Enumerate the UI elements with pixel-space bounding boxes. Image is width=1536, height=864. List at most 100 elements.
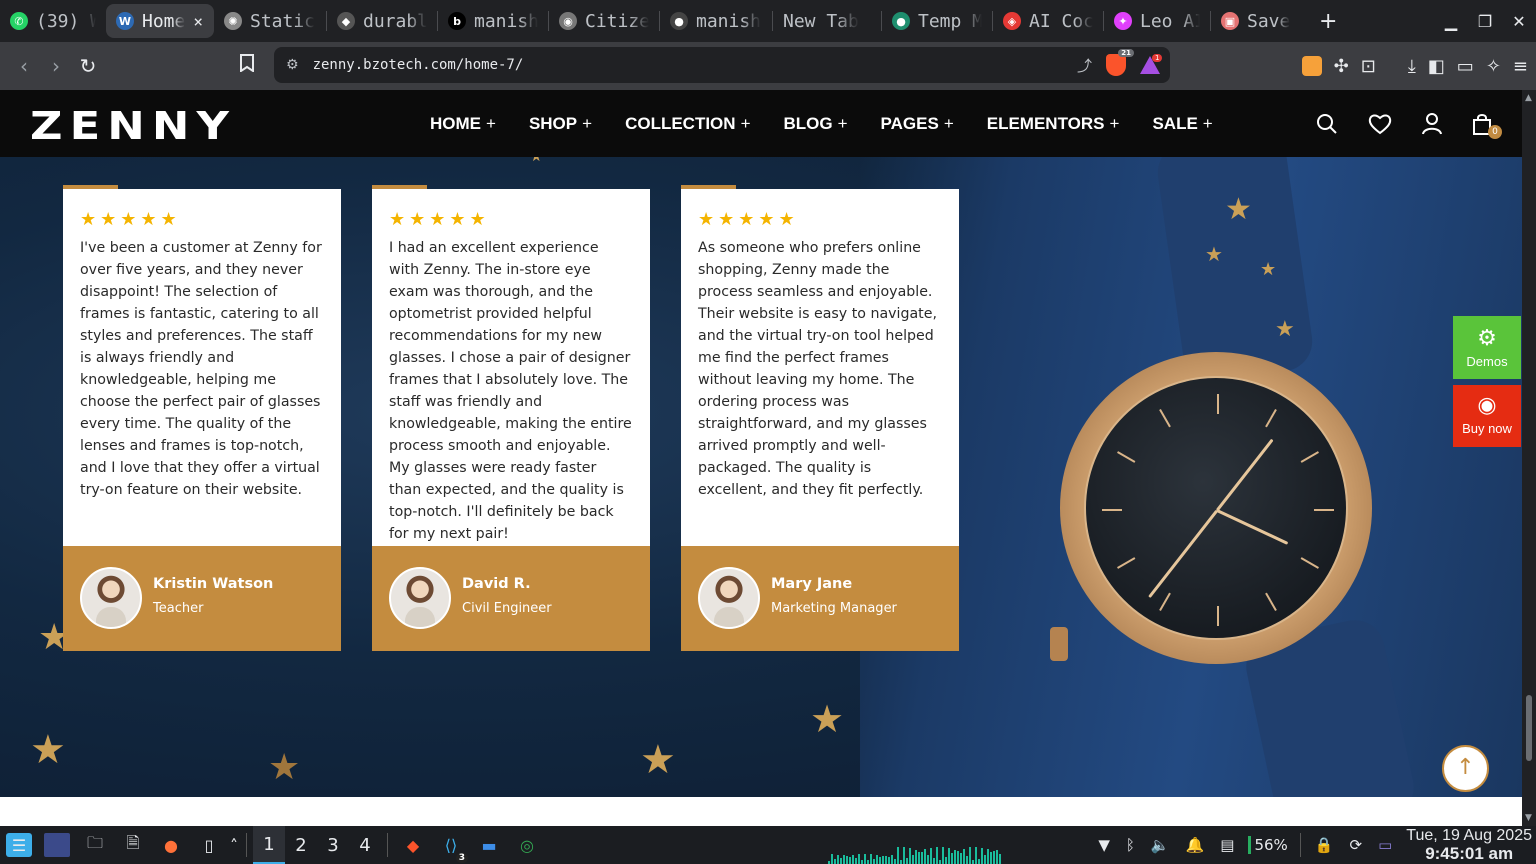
clock[interactable]: Tue, 19 Aug 2025 9:45:01 am bbox=[1406, 827, 1532, 863]
download-icon[interactable]: ⤓ bbox=[1408, 56, 1416, 77]
document-icon[interactable]: 🗎 bbox=[120, 833, 146, 857]
leo-icon[interactable]: ✧ bbox=[1486, 56, 1501, 77]
close-window-icon[interactable]: ✕ bbox=[1502, 12, 1536, 31]
clipboard-icon[interactable]: ▤ bbox=[1220, 836, 1234, 854]
nav-item-elementors[interactable]: ELEMENTORS + bbox=[987, 114, 1120, 134]
app-launcher-icon[interactable]: ☰ bbox=[6, 833, 32, 857]
share-icon[interactable]: ⤴ bbox=[1077, 55, 1092, 76]
extension-icon[interactable] bbox=[1301, 56, 1322, 76]
site-info-icon[interactable]: ⚙ bbox=[286, 57, 299, 73]
bookmark-icon[interactable] bbox=[240, 54, 254, 77]
browser-tab[interactable]: ▣ Save bbox=[1211, 4, 1307, 38]
notifications-icon[interactable]: 🔔 bbox=[1186, 836, 1205, 854]
browser-tab[interactable]: ✆ (39) W bbox=[0, 4, 106, 38]
url-text[interactable]: zenny.bzotech.com/home-7/ bbox=[313, 57, 524, 73]
browser-tab[interactable]: ◆ durabl bbox=[327, 4, 437, 38]
buy-now-button[interactable]: ◉ Buy now bbox=[1453, 385, 1521, 447]
browser-tab[interactable]: New Tab bbox=[773, 4, 881, 38]
watch-hour-marker bbox=[1102, 509, 1122, 511]
chrome-icon[interactable]: ◎ bbox=[514, 833, 540, 857]
minimize-icon[interactable]: ▁ bbox=[1434, 12, 1468, 31]
nav-expand-icon[interactable]: + bbox=[486, 114, 496, 133]
firefox-icon[interactable]: ● bbox=[158, 833, 184, 857]
nav-expand-icon[interactable]: + bbox=[741, 114, 751, 133]
nav-item-collection[interactable]: COLLECTION + bbox=[625, 114, 750, 134]
site-logo[interactable]: ZENNY bbox=[30, 104, 236, 148]
browser-tab[interactable]: W Home × bbox=[106, 4, 214, 38]
brave-rewards-icon[interactable]: 1 bbox=[1140, 54, 1163, 74]
virtual-desktop-2[interactable]: 2 bbox=[285, 826, 317, 864]
nav-expand-icon[interactable]: + bbox=[944, 114, 954, 133]
activity-bar bbox=[855, 858, 857, 864]
virtual-desktop-3[interactable]: 3 bbox=[317, 826, 349, 864]
scroll-to-top-button[interactable]: ↑ bbox=[1442, 745, 1489, 792]
vscode-icon[interactable]: ⟨⟩ 3 bbox=[438, 833, 468, 863]
tab-favicon-icon: ✦ bbox=[1114, 12, 1132, 30]
nav-item-blog[interactable]: BLOG + bbox=[784, 114, 848, 134]
virtual-desktop-4[interactable]: 4 bbox=[349, 826, 381, 864]
lock-icon[interactable]: 🔒 bbox=[1315, 836, 1334, 854]
terminal-icon[interactable]: ▯ bbox=[196, 833, 222, 857]
scrollbar-thumb[interactable] bbox=[1526, 695, 1532, 761]
folder-icon[interactable]: ▬ bbox=[476, 833, 502, 857]
volume-icon[interactable]: 🔈 bbox=[1151, 836, 1170, 854]
watch-hand bbox=[1148, 509, 1219, 599]
brave-shield-icon[interactable]: 21 bbox=[1106, 49, 1134, 76]
rating-stars-icon: ★★★★★ bbox=[389, 209, 490, 230]
back-icon[interactable]: ‹ bbox=[8, 54, 40, 78]
battery-indicator[interactable]: 56% bbox=[1248, 836, 1288, 854]
tab-title: Temp M bbox=[918, 10, 982, 32]
account-icon[interactable] bbox=[1422, 112, 1442, 135]
search-icon[interactable] bbox=[1316, 113, 1338, 135]
tab-favicon-icon: ▣ bbox=[1221, 12, 1239, 30]
screen-icon[interactable]: ▭ bbox=[1378, 836, 1392, 854]
sidebar-icon[interactable]: ◧ bbox=[1428, 56, 1445, 77]
scroll-up-icon[interactable]: ▲ bbox=[1525, 93, 1532, 103]
nav-expand-icon[interactable]: + bbox=[1110, 114, 1120, 133]
star-decoration: ★ bbox=[640, 737, 676, 783]
tab-title: durabl bbox=[363, 10, 427, 32]
brave-browser-icon[interactable]: ◆ bbox=[400, 833, 426, 857]
nav-expand-icon[interactable]: + bbox=[582, 114, 592, 133]
virtual-desktop-1[interactable]: 1 bbox=[253, 826, 285, 864]
scroll-down-icon[interactable]: ▼ bbox=[1525, 813, 1532, 823]
screenshot-icon[interactable]: ⊡ bbox=[1361, 56, 1376, 77]
reload-icon[interactable]: ↻ bbox=[72, 54, 104, 78]
wishlist-heart-icon[interactable] bbox=[1368, 113, 1392, 135]
browser-tab[interactable]: ◉ Citize bbox=[549, 4, 659, 38]
nav-item-home[interactable]: HOME + bbox=[430, 114, 496, 134]
update-icon[interactable]: ⟳ bbox=[1350, 836, 1363, 854]
wallet-icon[interactable]: ▭ bbox=[1457, 56, 1474, 77]
nav-item-pages[interactable]: PAGES + bbox=[881, 114, 954, 134]
bluetooth-icon[interactable]: ᛒ bbox=[1126, 836, 1135, 854]
wifi-icon[interactable]: ▼ bbox=[1098, 836, 1110, 854]
nav-expand-icon[interactable]: + bbox=[838, 114, 848, 133]
browser-tab[interactable]: ● manish bbox=[660, 4, 772, 38]
browser-tab[interactable]: ✦ Leo AI bbox=[1104, 4, 1210, 38]
puzzle-icon[interactable]: ✣ bbox=[1334, 56, 1349, 77]
activity-bar bbox=[987, 849, 989, 864]
new-tab-button[interactable]: + bbox=[1307, 9, 1349, 34]
maximize-icon[interactable]: ❐ bbox=[1468, 12, 1502, 31]
forward-icon[interactable]: › bbox=[40, 54, 72, 78]
show-desktop-icon[interactable] bbox=[44, 833, 70, 857]
nav-item-sale[interactable]: SALE + bbox=[1152, 114, 1212, 134]
tab-title: New Tab bbox=[783, 10, 859, 32]
watch-hour-marker bbox=[1117, 557, 1136, 569]
browser-tab[interactable]: b manish bbox=[438, 4, 548, 38]
page-scrollbar[interactable]: ▲ ▼ bbox=[1522, 90, 1536, 826]
demos-button[interactable]: ⚙ Demos bbox=[1453, 316, 1521, 379]
browser-tab[interactable]: ◈ AI Coc bbox=[993, 4, 1103, 38]
nav-item-shop[interactable]: SHOP + bbox=[529, 114, 592, 134]
chevron-up-icon[interactable]: ˄ bbox=[228, 833, 240, 857]
browser-tab[interactable]: ✺ Static bbox=[214, 4, 326, 38]
author-name: Mary Jane bbox=[771, 576, 853, 592]
browser-tab[interactable]: ● Temp M bbox=[882, 4, 992, 38]
menu-icon[interactable]: ≡ bbox=[1513, 56, 1528, 77]
tab-close-icon[interactable]: × bbox=[193, 12, 203, 31]
cart-bag-icon[interactable]: 0 bbox=[1472, 113, 1502, 139]
file-manager-icon[interactable]: 🗀 bbox=[82, 833, 108, 857]
nav-expand-icon[interactable]: + bbox=[1203, 114, 1213, 133]
address-bar[interactable]: ⚙ zenny.bzotech.com/home-7/ ⤴ 21 1 bbox=[274, 47, 1170, 83]
watch-hour-marker bbox=[1217, 606, 1219, 626]
